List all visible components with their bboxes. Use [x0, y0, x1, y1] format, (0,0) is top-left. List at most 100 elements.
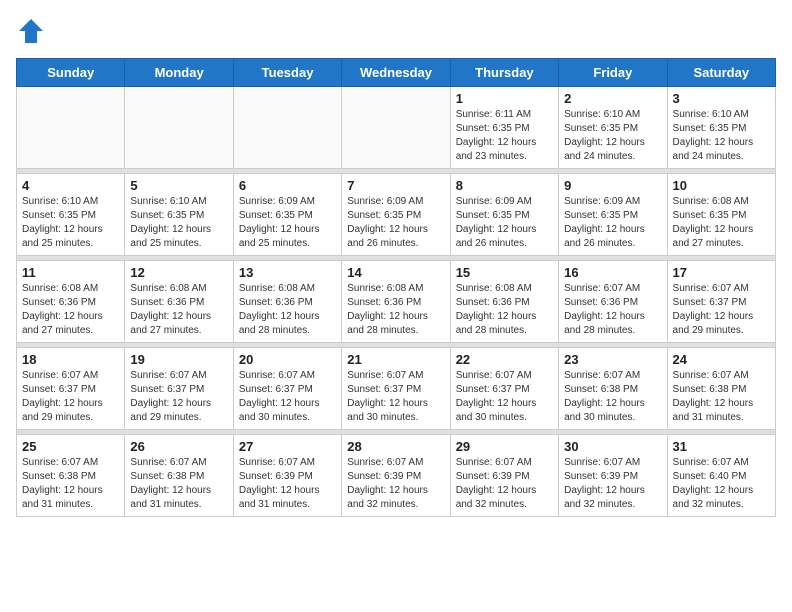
calendar-cell: 2 Sunrise: 6:10 AM Sunset: 6:35 PM Daylig…: [559, 87, 667, 169]
page-header: [16, 16, 776, 46]
day-info: Sunrise: 6:07 AM Sunset: 6:38 PM Dayligh…: [130, 456, 227, 512]
day-number: 25: [22, 439, 119, 454]
day-number: 16: [564, 265, 661, 280]
calendar-cell: 27 Sunrise: 6:07 AM Sunset: 6:39 PM Dayli…: [233, 435, 341, 517]
day-number: 2: [564, 91, 661, 106]
day-number: 9: [564, 178, 661, 193]
calendar-cell: 17 Sunrise: 6:07 AM Sunset: 6:37 PM Dayli…: [667, 261, 775, 343]
day-number: 27: [239, 439, 336, 454]
day-info: Sunrise: 6:10 AM Sunset: 6:35 PM Dayligh…: [130, 195, 227, 251]
day-number: 6: [239, 178, 336, 193]
day-info: Sunrise: 6:07 AM Sunset: 6:38 PM Dayligh…: [673, 369, 770, 425]
calendar-cell: 5 Sunrise: 6:10 AM Sunset: 6:35 PM Daylig…: [125, 174, 233, 256]
calendar-cell: 6 Sunrise: 6:09 AM Sunset: 6:35 PM Daylig…: [233, 174, 341, 256]
day-number: 11: [22, 265, 119, 280]
day-number: 15: [456, 265, 553, 280]
calendar-week-row: 4 Sunrise: 6:10 AM Sunset: 6:35 PM Daylig…: [17, 174, 776, 256]
day-number: 4: [22, 178, 119, 193]
day-info: Sunrise: 6:07 AM Sunset: 6:38 PM Dayligh…: [22, 456, 119, 512]
column-header-wednesday: Wednesday: [342, 59, 450, 87]
day-number: 22: [456, 352, 553, 367]
day-info: Sunrise: 6:08 AM Sunset: 6:36 PM Dayligh…: [130, 282, 227, 338]
day-info: Sunrise: 6:10 AM Sunset: 6:35 PM Dayligh…: [564, 108, 661, 164]
calendar-cell: [17, 87, 125, 169]
day-info: Sunrise: 6:07 AM Sunset: 6:37 PM Dayligh…: [130, 369, 227, 425]
calendar-cell: 7 Sunrise: 6:09 AM Sunset: 6:35 PM Daylig…: [342, 174, 450, 256]
day-info: Sunrise: 6:07 AM Sunset: 6:37 PM Dayligh…: [347, 369, 444, 425]
day-info: Sunrise: 6:10 AM Sunset: 6:35 PM Dayligh…: [673, 108, 770, 164]
calendar-cell: 19 Sunrise: 6:07 AM Sunset: 6:37 PM Dayli…: [125, 348, 233, 430]
day-number: 14: [347, 265, 444, 280]
calendar-cell: 31Sunrise: 6:07 AM Sunset: 6:40 PM Dayli…: [667, 435, 775, 517]
day-number: 1: [456, 91, 553, 106]
calendar-cell: 23 Sunrise: 6:07 AM Sunset: 6:38 PM Dayli…: [559, 348, 667, 430]
calendar-cell: 25 Sunrise: 6:07 AM Sunset: 6:38 PM Dayli…: [17, 435, 125, 517]
calendar-cell: 22 Sunrise: 6:07 AM Sunset: 6:37 PM Dayli…: [450, 348, 558, 430]
calendar-cell: 20 Sunrise: 6:07 AM Sunset: 6:37 PM Dayli…: [233, 348, 341, 430]
day-info: Sunrise: 6:07 AM Sunset: 6:39 PM Dayligh…: [239, 456, 336, 512]
calendar-cell: 24 Sunrise: 6:07 AM Sunset: 6:38 PM Dayli…: [667, 348, 775, 430]
day-number: 7: [347, 178, 444, 193]
day-info: Sunrise: 6:07 AM Sunset: 6:37 PM Dayligh…: [456, 369, 553, 425]
calendar-cell: [342, 87, 450, 169]
calendar-cell: 30 Sunrise: 6:07 AM Sunset: 6:39 PM Dayli…: [559, 435, 667, 517]
day-info: Sunrise: 6:09 AM Sunset: 6:35 PM Dayligh…: [239, 195, 336, 251]
calendar-cell: 15Sunrise: 6:08 AM Sunset: 6:36 PM Dayli…: [450, 261, 558, 343]
calendar-cell: 9 Sunrise: 6:09 AM Sunset: 6:35 PM Daylig…: [559, 174, 667, 256]
day-info: Sunrise: 6:09 AM Sunset: 6:35 PM Dayligh…: [564, 195, 661, 251]
day-info: Sunrise: 6:10 AM Sunset: 6:35 PM Dayligh…: [22, 195, 119, 251]
day-info: Sunrise: 6:07 AM Sunset: 6:37 PM Dayligh…: [673, 282, 770, 338]
day-number: 18: [22, 352, 119, 367]
calendar-cell: [125, 87, 233, 169]
day-info: Sunrise: 6:07 AM Sunset: 6:39 PM Dayligh…: [564, 456, 661, 512]
calendar-cell: 1 Sunrise: 6:11 AM Sunset: 6:35 PM Daylig…: [450, 87, 558, 169]
day-info: Sunrise: 6:07 AM Sunset: 6:36 PM Dayligh…: [564, 282, 661, 338]
day-number: 30: [564, 439, 661, 454]
day-number: 28: [347, 439, 444, 454]
day-info: Sunrise: 6:08 AM Sunset: 6:36 PM Dayligh…: [22, 282, 119, 338]
calendar-week-row: 11 Sunrise: 6:08 AM Sunset: 6:36 PM Dayli…: [17, 261, 776, 343]
day-number: 8: [456, 178, 553, 193]
calendar-cell: 18 Sunrise: 6:07 AM Sunset: 6:37 PM Dayli…: [17, 348, 125, 430]
day-info: Sunrise: 6:08 AM Sunset: 6:36 PM Dayligh…: [239, 282, 336, 338]
calendar-cell: 14 Sunrise: 6:08 AM Sunset: 6:36 PM Dayli…: [342, 261, 450, 343]
day-number: 29: [456, 439, 553, 454]
calendar-cell: 8 Sunrise: 6:09 AM Sunset: 6:35 PM Daylig…: [450, 174, 558, 256]
day-number: 5: [130, 178, 227, 193]
day-number: 19: [130, 352, 227, 367]
day-number: 3: [673, 91, 770, 106]
column-header-saturday: Saturday: [667, 59, 775, 87]
calendar-cell: 16 Sunrise: 6:07 AM Sunset: 6:36 PM Dayli…: [559, 261, 667, 343]
day-number: 20: [239, 352, 336, 367]
day-info: Sunrise: 6:08 AM Sunset: 6:36 PM Dayligh…: [347, 282, 444, 338]
day-number: 23: [564, 352, 661, 367]
day-info: Sunrise: 6:07 AM Sunset: 6:38 PM Dayligh…: [564, 369, 661, 425]
logo-icon: [16, 16, 46, 46]
day-number: 26: [130, 439, 227, 454]
day-number: 17: [673, 265, 770, 280]
calendar-cell: 11 Sunrise: 6:08 AM Sunset: 6:36 PM Dayli…: [17, 261, 125, 343]
column-header-friday: Friday: [559, 59, 667, 87]
day-info: Sunrise: 6:11 AM Sunset: 6:35 PM Dayligh…: [456, 108, 553, 164]
day-info: Sunrise: 6:07 AM Sunset: 6:39 PM Dayligh…: [347, 456, 444, 512]
day-number: 10: [673, 178, 770, 193]
calendar-table: SundayMondayTuesdayWednesdayThursdayFrid…: [16, 58, 776, 517]
calendar-cell: 29 Sunrise: 6:07 AM Sunset: 6:39 PM Dayli…: [450, 435, 558, 517]
calendar-header-row: SundayMondayTuesdayWednesdayThursdayFrid…: [17, 59, 776, 87]
day-number: 12: [130, 265, 227, 280]
day-number: 24: [673, 352, 770, 367]
day-info: Sunrise: 6:07 AM Sunset: 6:37 PM Dayligh…: [239, 369, 336, 425]
day-info: Sunrise: 6:09 AM Sunset: 6:35 PM Dayligh…: [347, 195, 444, 251]
column-header-tuesday: Tuesday: [233, 59, 341, 87]
column-header-thursday: Thursday: [450, 59, 558, 87]
day-info: Sunrise: 6:09 AM Sunset: 6:35 PM Dayligh…: [456, 195, 553, 251]
calendar-cell: 10Sunrise: 6:08 AM Sunset: 6:35 PM Dayli…: [667, 174, 775, 256]
calendar-week-row: 1 Sunrise: 6:11 AM Sunset: 6:35 PM Daylig…: [17, 87, 776, 169]
column-header-monday: Monday: [125, 59, 233, 87]
calendar-cell: 13Sunrise: 6:08 AM Sunset: 6:36 PM Dayli…: [233, 261, 341, 343]
day-info: Sunrise: 6:07 AM Sunset: 6:39 PM Dayligh…: [456, 456, 553, 512]
logo: [16, 16, 50, 46]
calendar-cell: [233, 87, 341, 169]
calendar-cell: 21Sunrise: 6:07 AM Sunset: 6:37 PM Dayli…: [342, 348, 450, 430]
day-info: Sunrise: 6:07 AM Sunset: 6:37 PM Dayligh…: [22, 369, 119, 425]
